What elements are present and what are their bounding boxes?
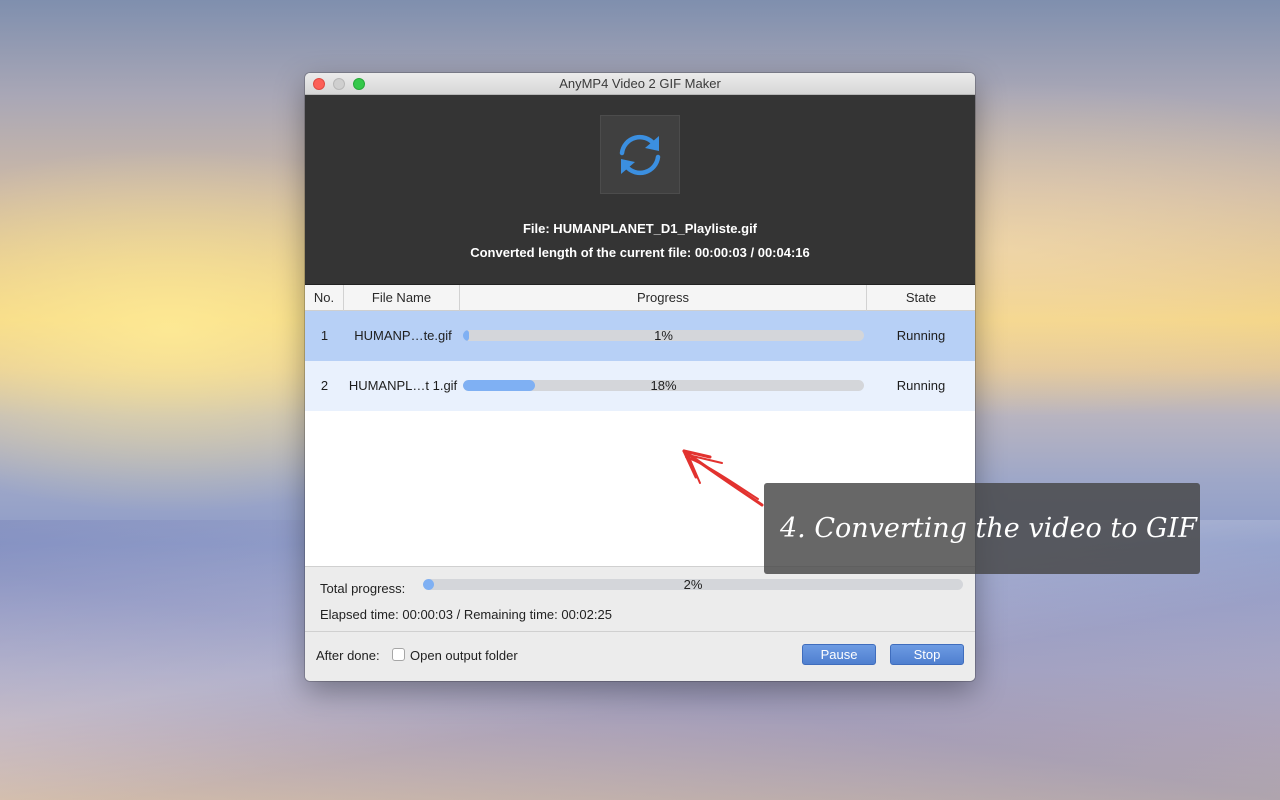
current-file-name: File: HUMANPLANET_D1_Playliste.gif xyxy=(522,221,758,236)
table-row[interactable]: 2 HUMANPL…t 1.gif 18% Running xyxy=(305,361,975,411)
total-progress-panel: Total progress: 2% Elapsed time: 00:00:0… xyxy=(305,566,975,632)
row-file-name: HUMANPL…t 1.gif xyxy=(348,378,458,393)
column-header-file-name[interactable]: File Name xyxy=(344,285,460,311)
open-output-folder-label[interactable]: Open output folder xyxy=(410,648,518,664)
close-window-button[interactable] xyxy=(313,78,325,90)
row-progress-label: 18% xyxy=(650,378,677,393)
converted-length: Converted length of the current file: 00… xyxy=(470,245,810,260)
table-row[interactable]: 1 HUMANP…te.gif 1% Running xyxy=(305,311,975,361)
step-annotation: 4. Converting the video to GIF xyxy=(764,483,1200,574)
column-header-no[interactable]: No. xyxy=(305,285,344,311)
conversion-header: File: HUMANPLANET_D1_Playliste.gif Conve… xyxy=(305,95,975,285)
column-header-progress[interactable]: Progress xyxy=(460,285,867,311)
pause-button[interactable]: Pause xyxy=(802,644,876,665)
convert-refresh-icon xyxy=(600,115,680,194)
stop-button[interactable]: Stop xyxy=(890,644,964,665)
after-done-label: After done: xyxy=(316,648,380,663)
row-state: Running xyxy=(896,328,946,343)
window-title: AnyMP4 Video 2 GIF Maker xyxy=(559,76,721,91)
total-progress-label: Total progress: xyxy=(320,581,406,596)
app-window: AnyMP4 Video 2 GIF Maker File: HUMANPLAN… xyxy=(305,73,975,681)
table-header: No. File Name Progress State xyxy=(305,285,975,311)
column-header-state[interactable]: State xyxy=(867,285,975,311)
row-number: 2 xyxy=(320,378,329,393)
row-number: 1 xyxy=(320,328,329,343)
title-bar[interactable]: AnyMP4 Video 2 GIF Maker xyxy=(305,73,975,95)
row-file-name: HUMANP…te.gif xyxy=(354,328,452,343)
zoom-window-button[interactable] xyxy=(353,78,365,90)
row-state: Running xyxy=(896,378,946,393)
elapsed-remaining-time: Elapsed time: 00:00:03 / Remaining time:… xyxy=(320,607,612,622)
total-progress-percent: 2% xyxy=(683,577,703,592)
open-output-folder-checkbox[interactable] xyxy=(392,648,405,661)
action-bar: After done: Open output folder Pause Sto… xyxy=(305,632,975,681)
row-progress-label: 1% xyxy=(654,328,673,343)
minimize-window-button[interactable] xyxy=(333,78,345,90)
